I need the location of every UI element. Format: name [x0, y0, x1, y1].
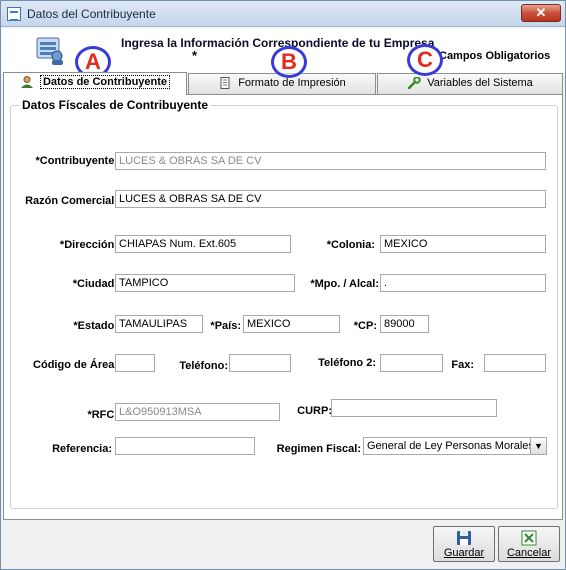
tab-label: Formato de Impresión — [238, 77, 346, 89]
codigo-area-field[interactable] — [115, 354, 155, 372]
telefono2-label: Teléfono 2: — [318, 357, 376, 369]
telefono2-field[interactable] — [380, 354, 443, 372]
required-fields-note: Campos Obligatorios — [439, 50, 551, 62]
municipio-field[interactable]: . — [380, 274, 546, 292]
regimen-fiscal-value: General de Ley Personas Morales — [367, 440, 534, 452]
tab-variables-sistema[interactable]: Variables del Sistema — [377, 73, 563, 94]
save-icon — [457, 531, 471, 545]
colonia-field[interactable]: MEXICO — [380, 235, 546, 253]
regimen-fiscal-label: Regimen Fiscal: — [276, 443, 361, 455]
cp-label: *CP: — [353, 320, 377, 332]
tab-label: Variables del Sistema — [427, 77, 533, 89]
razon-comercial-field[interactable]: LUCES & OBRAS SA DE CV — [115, 190, 546, 208]
required-star: * — [192, 48, 198, 63]
wrench-icon — [407, 77, 422, 90]
tab-panel-datos-contribuyente: Datos Físcales de Contribuyente *Contrib… — [3, 94, 563, 520]
chevron-down-icon[interactable]: ▼ — [530, 438, 546, 454]
codigo-area-label: Código de Área: — [33, 359, 118, 371]
document-icon — [220, 77, 230, 90]
razon-comercial-label: Razón Comercial: — [25, 195, 118, 207]
group-title: Datos Físcales de Contribuyente — [19, 98, 212, 112]
pais-label: *País: — [210, 320, 241, 332]
referencia-field[interactable] — [115, 437, 255, 455]
database-users-icon — [36, 37, 63, 65]
municipio-label: *Mpo. / Alcal: — [310, 278, 379, 290]
contribuyente-field[interactable]: LUCES & OBRAS SA DE CV — [115, 152, 546, 170]
rfc-field[interactable]: L&O950913MSA — [115, 403, 280, 421]
regimen-fiscal-select[interactable]: General de Ley Personas Morales ▼ — [363, 437, 547, 455]
estado-label: *Estado: — [73, 320, 118, 332]
window-app-icon — [7, 7, 21, 21]
close-button[interactable]: ✕ — [521, 4, 561, 22]
rfc-label: *RFC: — [87, 409, 118, 421]
annotation-marker-b: B — [271, 46, 307, 78]
fiscal-data-group: Datos Físcales de Contribuyente *Contrib… — [10, 98, 558, 509]
curp-field[interactable] — [331, 399, 497, 417]
curp-label: CURP: — [297, 405, 332, 417]
save-button[interactable]: Guardar — [433, 526, 495, 562]
fax-field[interactable] — [484, 354, 546, 372]
tab-datos-contribuyente[interactable]: Datos de Contribuyente — [3, 72, 187, 95]
annotation-marker-c: C — [407, 44, 443, 76]
cancel-icon — [521, 530, 537, 546]
save-label: Guardar — [443, 547, 485, 559]
telefono-field[interactable] — [229, 354, 291, 372]
window-title: Datos del Contribuyente — [27, 7, 156, 21]
estado-field[interactable]: TAMAULIPAS — [115, 315, 203, 333]
pais-field[interactable]: MEXICO — [243, 315, 340, 333]
direccion-field[interactable]: CHIAPAS Num. Ext.605 — [115, 235, 291, 253]
dialog-window: Datos del Contribuyente ✕ Ingresa la Inf… — [0, 0, 566, 570]
direccion-label: *Dirección: — [59, 239, 118, 251]
cp-field[interactable]: 89000 — [380, 315, 429, 333]
cancel-label: Cancelar — [506, 547, 552, 559]
button-bar: Guardar Cancelar — [1, 521, 565, 569]
ciudad-field[interactable]: TAMPICO — [115, 274, 295, 292]
fax-label: Fax: — [451, 359, 474, 371]
user-icon — [20, 76, 33, 89]
referencia-label: Referencia: — [52, 443, 112, 455]
cancel-button[interactable]: Cancelar — [498, 526, 560, 562]
title-bar: Datos del Contribuyente ✕ — [1, 1, 565, 27]
colonia-label: *Colonia: — [326, 239, 375, 251]
tab-label: Datos de Contribuyente — [39, 75, 171, 89]
contribuyente-label: *Contribuyente: — [35, 155, 119, 167]
telefono-label: Teléfono: — [179, 360, 228, 372]
ciudad-label: *Ciudad: — [72, 278, 118, 290]
